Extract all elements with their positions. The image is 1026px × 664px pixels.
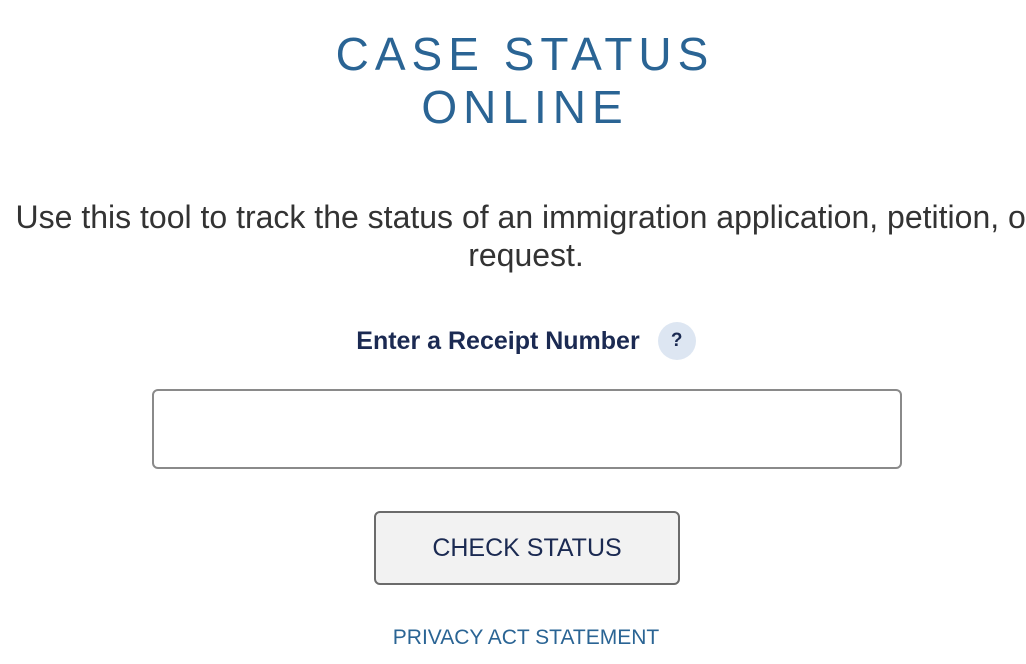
page-title-line-1: CASE STATUS	[335, 28, 715, 80]
check-status-button[interactable]: CHECK STATUS	[374, 511, 680, 585]
receipt-label-row: Enter a Receipt Number ?	[0, 322, 1026, 360]
privacy-act-statement-link[interactable]: PRIVACY ACT STATEMENT	[0, 624, 1026, 652]
case-status-page: CASE STATUS ONLINE Use this tool to trac…	[0, 0, 1026, 664]
page-title: CASE STATUS ONLINE	[0, 28, 1026, 134]
intro-text: Use this tool to track the status of an …	[15, 199, 1026, 273]
question-mark-icon[interactable]: ?	[657, 322, 696, 360]
page-title-line-2: ONLINE	[421, 81, 629, 133]
receipt-number-label: Enter a Receipt Number	[356, 327, 640, 355]
receipt-number-input[interactable]	[152, 389, 902, 469]
